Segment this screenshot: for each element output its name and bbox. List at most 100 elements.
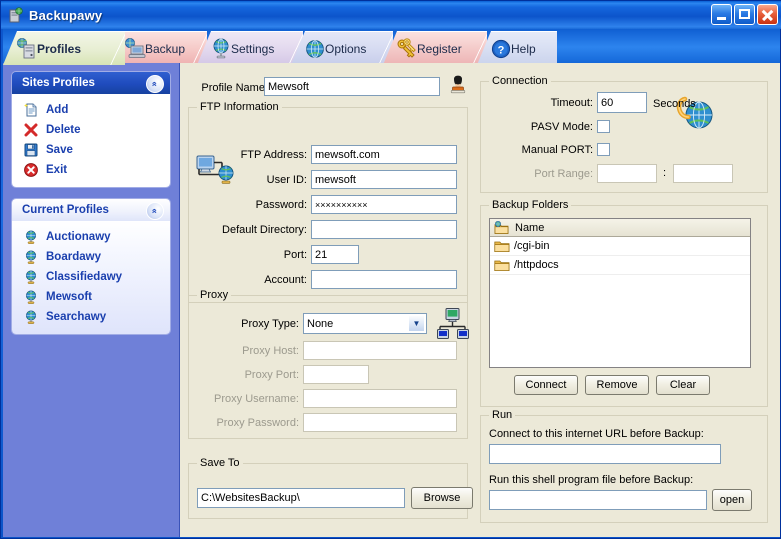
run-url-input[interactable] bbox=[489, 444, 721, 464]
panel-body: Add Delete Save Exit bbox=[12, 94, 170, 187]
tab-profiles[interactable]: Profiles bbox=[3, 31, 125, 65]
chevron-up-icon[interactable]: « bbox=[146, 75, 164, 93]
default-directory-input[interactable] bbox=[311, 220, 457, 239]
panel-body: Auctionawy Boardawy Classifiedawy Mewsof… bbox=[12, 221, 170, 334]
timeout-label: Timeout: bbox=[550, 97, 593, 109]
chevron-up-icon[interactable]: « bbox=[146, 202, 164, 220]
proxy-port-input[interactable] bbox=[303, 365, 369, 384]
backup-folders-list[interactable]: Name /cgi-bin /httpdocs bbox=[489, 218, 751, 368]
sidebar-item-add[interactable]: Add bbox=[12, 100, 170, 120]
port-label: Port: bbox=[283, 249, 307, 261]
tab-help[interactable]: ? Help bbox=[477, 31, 557, 65]
manual-port-checkbox[interactable] bbox=[597, 143, 610, 156]
proxy-password-input[interactable] bbox=[303, 413, 457, 432]
user-id-label: User ID: bbox=[266, 174, 307, 186]
tab-options[interactable]: Options bbox=[291, 31, 393, 65]
client-area: Sites Profiles « Add Delete Save Exit Cu… bbox=[3, 63, 780, 537]
minimize-button[interactable] bbox=[711, 4, 732, 25]
list-item-label: /cgi-bin bbox=[514, 240, 550, 252]
backup-folders-group: Backup Folders Name /cgi-bin /httpdocs C… bbox=[480, 199, 768, 407]
proxy-type-select[interactable]: None ▼ bbox=[303, 313, 427, 334]
sidebar-item-profile[interactable]: Searchawy bbox=[12, 307, 170, 327]
red-x-icon bbox=[23, 122, 39, 138]
app-backup-icon bbox=[7, 6, 24, 24]
profiles-icon bbox=[15, 37, 39, 61]
open-button[interactable]: open bbox=[712, 489, 752, 511]
pasv-mode-checkbox[interactable] bbox=[597, 120, 610, 133]
account-input[interactable] bbox=[311, 270, 457, 289]
main-panel: Profile Name: FTP Information bbox=[180, 63, 780, 537]
port-input[interactable] bbox=[311, 245, 359, 264]
group-label: Proxy bbox=[197, 289, 232, 301]
chevron-down-icon[interactable]: ▼ bbox=[408, 315, 425, 332]
port-range-from-input[interactable] bbox=[597, 164, 657, 183]
close-button[interactable] bbox=[757, 4, 778, 25]
profile-name-input[interactable] bbox=[264, 77, 440, 96]
group-label: Connection bbox=[489, 75, 551, 87]
application-window: Backupawy Profiles Backup Settings Optio… bbox=[0, 0, 781, 539]
tab-label: Profiles bbox=[37, 41, 82, 56]
remove-button[interactable]: Remove bbox=[585, 375, 649, 395]
title-bar: Backupawy bbox=[1, 1, 781, 29]
list-column-header[interactable]: Name bbox=[490, 219, 750, 237]
sidebar-item-label: Auctionawy bbox=[46, 231, 111, 243]
port-range-to-input[interactable] bbox=[673, 164, 733, 183]
group-label: Backup Folders bbox=[489, 199, 572, 211]
proxy-username-input[interactable] bbox=[303, 389, 457, 408]
proxy-type-label: Proxy Type: bbox=[241, 318, 299, 330]
save-to-group: Save To Browse bbox=[188, 457, 473, 519]
sidebar-item-label: Delete bbox=[46, 124, 81, 136]
sidebar-item-label: Searchawy bbox=[46, 311, 107, 323]
sidebar-item-delete[interactable]: Delete bbox=[12, 120, 170, 140]
tab-bar: Profiles Backup Settings Options Registe… bbox=[3, 29, 780, 65]
user-head-icon bbox=[448, 75, 468, 97]
open-button-label: open bbox=[719, 494, 745, 506]
proxy-host-input[interactable] bbox=[303, 341, 457, 360]
clear-button[interactable]: Clear bbox=[656, 375, 710, 395]
tab-backup[interactable]: Backup bbox=[111, 31, 207, 65]
tab-settings[interactable]: Settings bbox=[197, 31, 303, 65]
password-input[interactable] bbox=[311, 195, 457, 214]
pasv-mode-label: PASV Mode: bbox=[530, 121, 593, 133]
sidebar-panel-sites-profiles: Sites Profiles « Add Delete Save Exit bbox=[12, 72, 170, 187]
connection-group: Connection Timeout: Seconds PASV Mode: bbox=[480, 75, 768, 193]
tab-register[interactable]: Register bbox=[383, 31, 487, 65]
port-range-separator: : bbox=[663, 167, 667, 179]
proxy-host-label: Proxy Host: bbox=[242, 345, 299, 357]
sidebar-item-exit[interactable]: Exit bbox=[12, 160, 170, 180]
sidebar-item-profile[interactable]: Boardawy bbox=[12, 247, 170, 267]
maximize-button[interactable] bbox=[734, 4, 755, 25]
window-title: Backupawy bbox=[29, 7, 103, 23]
tab-label: Settings bbox=[231, 41, 275, 56]
tab-label: Backup bbox=[145, 41, 186, 56]
group-label: Run bbox=[489, 409, 516, 421]
svg-text:?: ? bbox=[498, 45, 505, 57]
list-item[interactable]: /httpdocs bbox=[490, 256, 750, 275]
tab-divider bbox=[110, 32, 125, 65]
globe-small-icon bbox=[23, 289, 39, 305]
panel-header[interactable]: Sites Profiles « bbox=[12, 72, 170, 94]
proxy-username-label: Proxy Username: bbox=[214, 393, 299, 405]
timeout-input[interactable] bbox=[597, 92, 647, 113]
panel-title: Current Profiles bbox=[22, 204, 109, 216]
ftp-address-input[interactable] bbox=[311, 145, 457, 164]
globe-icon bbox=[209, 37, 233, 61]
tab-label: Register bbox=[417, 41, 462, 56]
port-range-label: Port Range: bbox=[534, 168, 593, 180]
sidebar-item-save[interactable]: Save bbox=[12, 140, 170, 160]
sidebar-item-profile[interactable]: Auctionawy bbox=[12, 227, 170, 247]
sidebar-item-profile[interactable]: Classifiedawy bbox=[12, 267, 170, 287]
run-shell-input[interactable] bbox=[489, 490, 707, 510]
folder-icon bbox=[494, 240, 510, 253]
sidebar-item-profile[interactable]: Mewsoft bbox=[12, 287, 170, 307]
panel-header[interactable]: Current Profiles « bbox=[12, 199, 170, 221]
user-id-input[interactable] bbox=[311, 170, 457, 189]
browse-button[interactable]: Browse bbox=[411, 487, 473, 509]
globe2-icon bbox=[303, 37, 327, 61]
connect-button[interactable]: Connect bbox=[514, 375, 578, 395]
seconds-label: Seconds bbox=[653, 98, 696, 110]
sidebar-item-label: Save bbox=[46, 144, 73, 156]
globe-small-icon bbox=[23, 249, 39, 265]
list-item[interactable]: /cgi-bin bbox=[490, 237, 750, 256]
save-to-input[interactable] bbox=[197, 488, 405, 508]
